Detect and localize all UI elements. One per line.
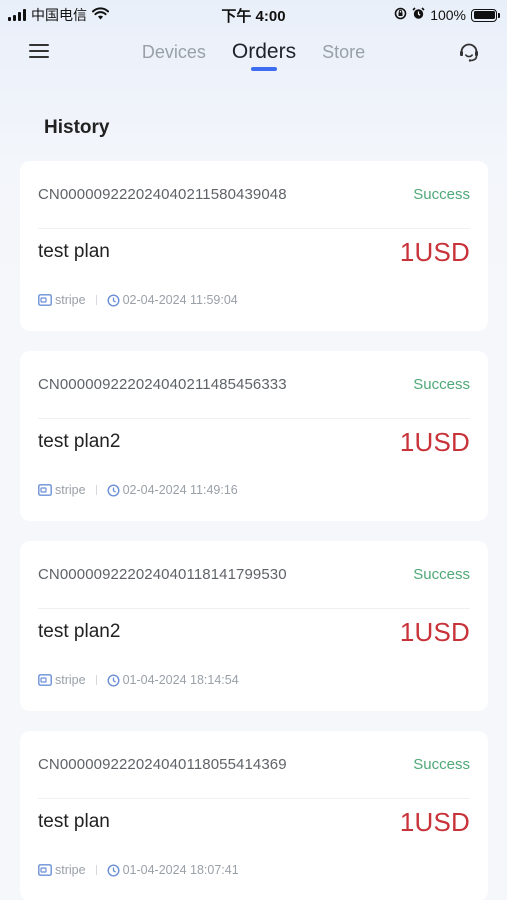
clock-icon [107,863,120,877]
order-price: 1USD [399,236,470,267]
order-status: Success [413,376,470,393]
wallet-icon [38,674,52,686]
customer-support-icon[interactable] [457,40,481,64]
clock-icon [107,673,120,687]
order-date: 02-04-2024 11:49:16 [122,483,238,497]
divider [95,675,97,685]
order-id: CN000009222024040118141799530 [38,566,287,583]
wallet-icon [38,294,52,306]
order-date: 02-04-2024 11:59:04 [122,293,238,307]
cellular-signal-icon [8,9,26,21]
top-nav: Devices Orders Store [0,30,507,78]
order-card[interactable]: CN000009222024040118141799530 Success te… [20,541,488,711]
alarm-icon [412,7,425,23]
order-price: 1USD [399,616,470,647]
plan-name: test plan [38,241,110,262]
order-price: 1USD [399,806,470,837]
status-right: 100% [394,7,500,23]
tab-orders[interactable]: Orders [232,30,296,71]
divider [95,865,97,875]
tab-bar: Devices Orders Store [0,30,507,78]
order-card[interactable]: CN000009222024040211580439048 Success te… [20,161,488,331]
clock-icon [107,483,120,497]
order-price: 1USD [399,426,470,457]
wallet-icon [38,864,52,876]
tab-store[interactable]: Store [322,30,365,63]
order-status: Success [413,566,470,583]
order-id: CN000009222024040118055414369 [38,756,287,773]
order-card[interactable]: CN000009222024040118055414369 Success te… [20,731,488,900]
payment-method: stripe [55,483,86,497]
order-id: CN000009222024040211580439048 [38,186,287,203]
order-date: 01-04-2024 18:14:54 [122,673,239,687]
wifi-icon [92,7,109,23]
payment-method: stripe [55,673,86,687]
divider [95,295,97,305]
clock-icon [107,293,120,307]
screen-lock-icon [394,7,407,23]
order-status: Success [413,186,470,203]
status-left: 中国电信 [8,5,109,25]
payment-method: stripe [55,293,86,307]
status-bar: 中国电信 下午 4:00 100% [0,0,507,30]
plan-name: test plan2 [38,431,121,452]
battery-icon [471,8,500,22]
battery-percent: 100% [430,7,466,23]
tab-devices[interactable]: Devices [142,30,206,63]
wallet-icon [38,484,52,496]
active-tab-indicator [251,67,277,71]
divider [95,485,97,495]
plan-name: test plan [38,811,110,832]
plan-name: test plan2 [38,621,121,642]
orders-list: CN000009222024040211580439048 Success te… [20,161,488,900]
order-id: CN000009222024040211485456333 [38,376,287,393]
carrier-label: 中国电信 [31,7,87,23]
section-title-history: History [44,117,110,138]
order-status: Success [413,756,470,773]
order-card[interactable]: CN000009222024040211485456333 Success te… [20,351,488,521]
payment-method: stripe [55,863,86,877]
order-date: 01-04-2024 18:07:41 [122,863,239,877]
